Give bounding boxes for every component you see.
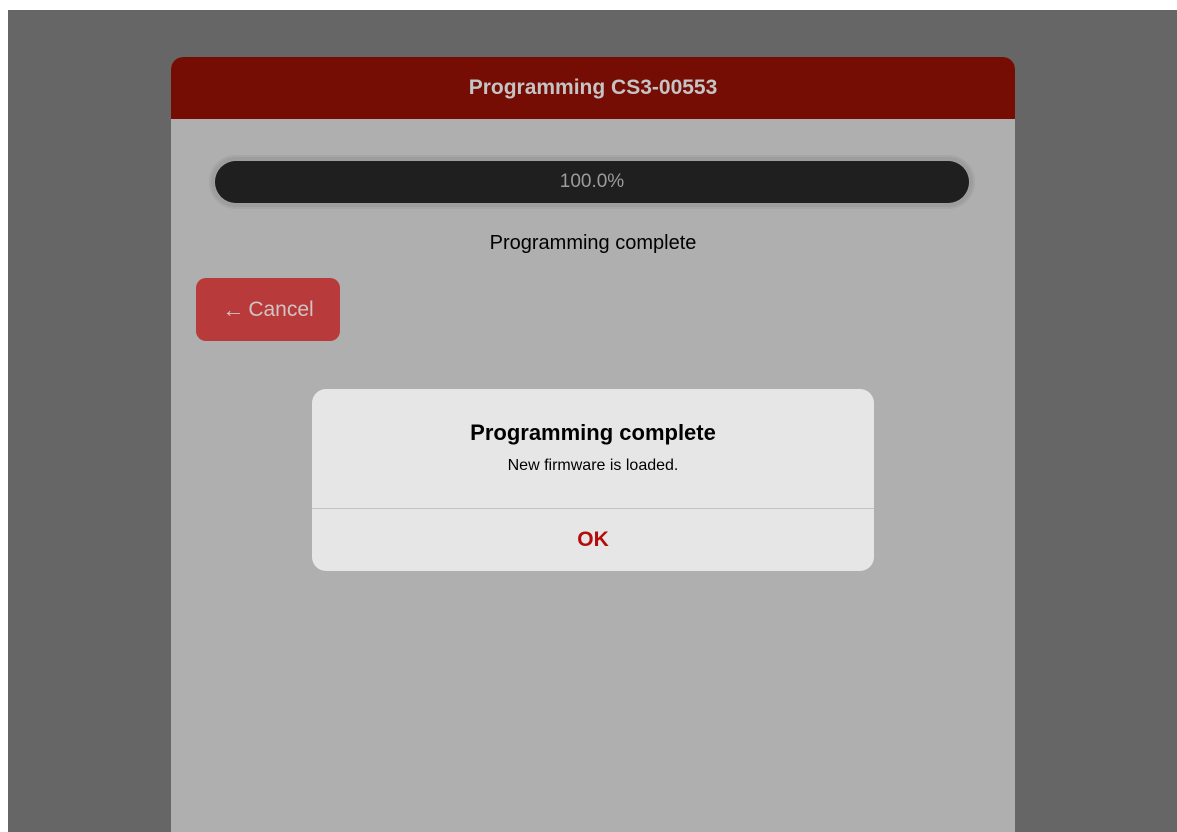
sheet-title: Programming CS3-00553 bbox=[468, 76, 718, 99]
ok-button[interactable]: OK bbox=[312, 509, 874, 571]
alert-dialog: Programming complete New firmware is loa… bbox=[312, 389, 874, 571]
alert-title: Programming complete bbox=[470, 420, 716, 445]
progress-bar: 100.0% bbox=[209, 155, 975, 209]
alert-message: New firmware is loaded. bbox=[507, 457, 679, 474]
progress-track: 100.0% bbox=[215, 161, 969, 203]
cancel-button[interactable]: ← Cancel bbox=[196, 278, 340, 341]
sheet-header: Programming CS3-00553 bbox=[171, 57, 1015, 119]
progress-label: 100.0% bbox=[559, 171, 625, 192]
arrow-left-icon: ← bbox=[222, 296, 245, 322]
cancel-button-label: Cancel bbox=[248, 297, 314, 321]
status-text: Programming complete bbox=[489, 232, 697, 254]
